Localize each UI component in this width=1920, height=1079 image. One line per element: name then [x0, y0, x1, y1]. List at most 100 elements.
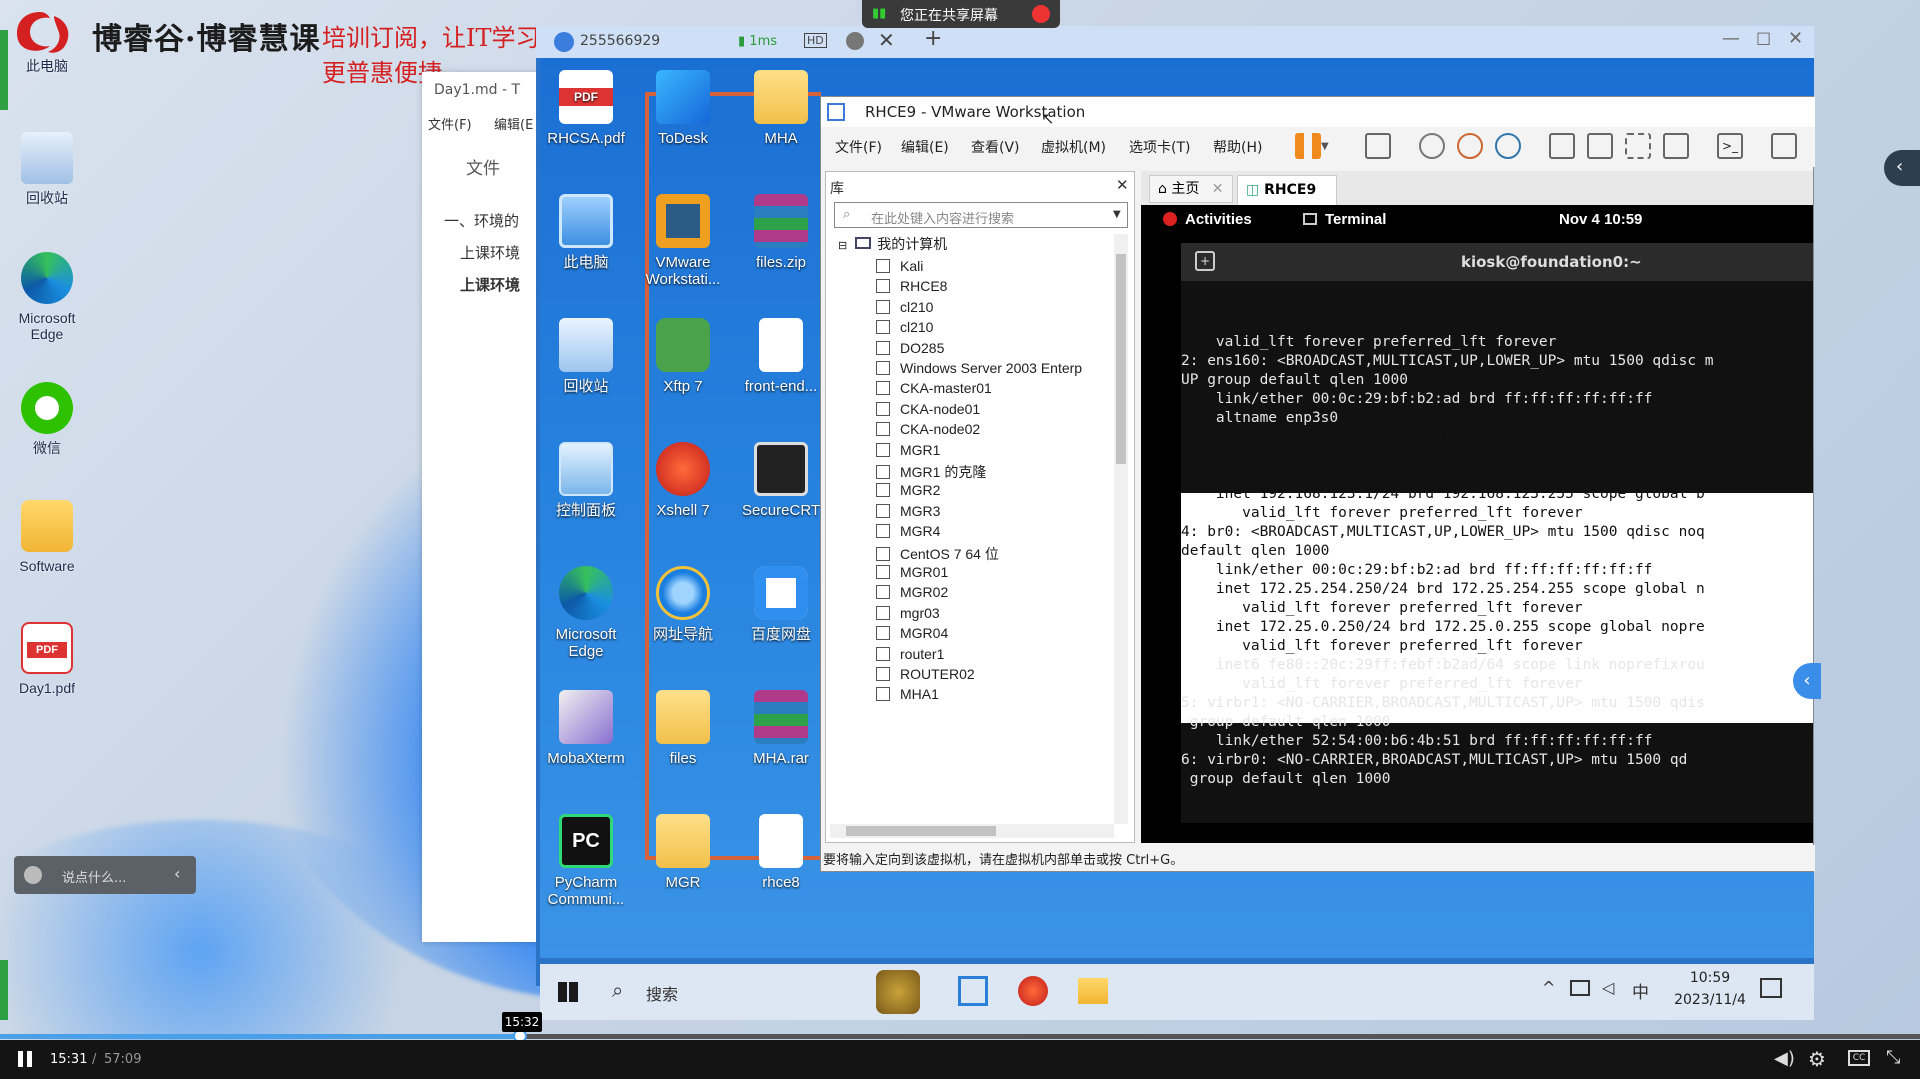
rd-icon-mha-rar[interactable]: MHA.rar: [736, 690, 826, 767]
menu-file[interactable]: 文件(F): [835, 137, 882, 157]
rd-icon-mobaxterm[interactable]: MobaXterm: [541, 690, 631, 767]
collapse-icon[interactable]: ⊟: [838, 240, 847, 252]
rd-icon-mha[interactable]: MHA: [736, 70, 826, 147]
vm-console-area[interactable]: ⌂ 主页 ✕ ◫ RHCE9 ✕ Activities Terminal Nov…: [1141, 171, 1821, 843]
library-view-icon[interactable]: [1549, 133, 1575, 159]
rd-icon-rhce8[interactable]: rhce8: [736, 814, 826, 891]
menu-tabs[interactable]: 选项卡(T): [1129, 137, 1190, 157]
close-library-icon[interactable]: ✕: [1116, 176, 1129, 194]
new-tab-button[interactable]: +: [924, 26, 942, 51]
stop-share-icon[interactable]: [1032, 5, 1050, 23]
close-icon[interactable]: ✕: [1788, 28, 1803, 49]
tab-home[interactable]: ⌂ 主页 ✕: [1149, 175, 1233, 203]
chevron-up-icon[interactable]: ^: [1542, 978, 1555, 997]
close-tab-icon[interactable]: ✕: [878, 28, 895, 52]
collapse-chevron-icon[interactable]: ‹: [174, 864, 180, 883]
subtitles-icon[interactable]: CC: [1848, 1050, 1870, 1066]
typora-tab-title[interactable]: Day1.md - T: [434, 82, 520, 98]
menu-help[interactable]: 帮助(H): [1213, 137, 1262, 157]
menu-vm[interactable]: 虚拟机(M): [1041, 137, 1106, 157]
minimize-icon[interactable]: —: [1722, 28, 1740, 49]
menu-view[interactable]: 查看(V): [971, 137, 1020, 157]
exit-fullscreen-icon[interactable]: ⤡: [1886, 1047, 1900, 1068]
taskbar-date[interactable]: 2023/11/4: [1660, 992, 1760, 1008]
thumbnail-view-icon[interactable]: [1587, 133, 1613, 159]
volume-icon[interactable]: ◁: [1602, 978, 1614, 997]
search-icon[interactable]: ⌕: [612, 978, 623, 1002]
vmware-window[interactable]: RHCE9 - VMware Workstation ↖ 文件(F) 编辑(E)…: [820, 96, 1821, 872]
volume-icon[interactable]: ◀): [1774, 1048, 1795, 1069]
menu-edit[interactable]: 编辑(E): [901, 137, 949, 157]
close-tab-icon[interactable]: ✕: [1212, 181, 1224, 197]
explorer-taskbar-icon[interactable]: [1078, 978, 1108, 1004]
typora-menu-edit[interactable]: 编辑(E: [494, 114, 533, 133]
rd-icon-recycle-bin[interactable]: 回收站: [541, 318, 631, 395]
library-scrollbar[interactable]: [1114, 234, 1128, 824]
rd-icon-files-zip[interactable]: files.zip: [736, 194, 826, 271]
typora-menu-file[interactable]: 文件(F): [428, 114, 472, 133]
chevron-down-icon[interactable]: ▼: [1113, 209, 1121, 220]
tree-root-my-computer[interactable]: ⊟ 我的计算机: [838, 234, 947, 258]
pause-icon[interactable]: [18, 1051, 32, 1067]
activities-button[interactable]: Activities: [1185, 211, 1252, 228]
notification-icon[interactable]: [1760, 978, 1782, 998]
tab-rhce9[interactable]: ◫ RHCE9 ✕: [1237, 175, 1337, 226]
new-tab-icon[interactable]: +: [1195, 251, 1215, 271]
host-icon-edge[interactable]: Microsoft Edge: [2, 252, 92, 342]
gnome-clock[interactable]: Nov 4 10:59: [1559, 211, 1642, 228]
network-icon[interactable]: [1570, 980, 1590, 996]
rd-icon-todesk[interactable]: ToDesk: [638, 70, 728, 147]
emoji-icon[interactable]: [24, 866, 42, 884]
taskbar-time[interactable]: 10:59: [1670, 970, 1750, 986]
rd-icon-xshell[interactable]: Xshell 7: [638, 442, 728, 519]
remote-settings-icon[interactable]: [846, 32, 864, 50]
snapshot-manager-icon[interactable]: [1495, 133, 1521, 159]
vm-list-item[interactable]: MHA1: [876, 686, 939, 710]
library-hscrollbar[interactable]: [830, 824, 1114, 838]
host-icon-wechat[interactable]: 微信: [2, 382, 92, 456]
send-keys-icon[interactable]: [1365, 133, 1391, 159]
pause-icon[interactable]: [1295, 133, 1321, 159]
windows-start-icon[interactable]: [558, 982, 578, 1002]
terminal-window[interactable]: + kiosk@foundation0:~ valid_lft forever …: [1181, 243, 1821, 823]
taskbar-search[interactable]: 搜索: [646, 981, 678, 1005]
hd-badge[interactable]: HD: [804, 33, 827, 48]
rd-icon-this-pc[interactable]: 此电脑: [541, 194, 631, 271]
maximize-icon[interactable]: ☐: [1756, 30, 1771, 50]
hscrollbar-thumb[interactable]: [846, 826, 996, 836]
snapshot-icon[interactable]: [1419, 133, 1445, 159]
side-collapse-icon[interactable]: ‹: [1793, 663, 1821, 699]
rd-icon-baidu-netdisk[interactable]: 百度网盘: [736, 566, 826, 643]
host-icon-this-pc[interactable]: 此电脑: [2, 58, 92, 74]
console-icon[interactable]: >_: [1717, 133, 1743, 159]
side-panel-toggle[interactable]: ‹: [1884, 150, 1920, 186]
revert-snapshot-icon[interactable]: [1457, 133, 1483, 159]
fullscreen-icon[interactable]: [1625, 133, 1651, 159]
settings-gear-icon[interactable]: ⚙: [1808, 1047, 1826, 1071]
host-icon-day1-pdf[interactable]: PDF Day1.pdf: [2, 622, 92, 696]
host-icon-recycle-bin[interactable]: 回收站: [2, 132, 92, 206]
rd-icon-xftp[interactable]: Xftp 7: [638, 318, 728, 395]
ime-indicator[interactable]: 中: [1632, 978, 1649, 1003]
scrollbar-thumb[interactable]: [1116, 254, 1126, 464]
rd-icon-vmware[interactable]: VMware Workstati...: [638, 194, 728, 288]
app-menu-terminal[interactable]: Terminal: [1325, 211, 1386, 228]
rd-icon-rhcsa-pdf[interactable]: PDF RHCSA.pdf: [541, 70, 631, 147]
rd-icon-files[interactable]: files: [638, 690, 728, 767]
rd-icon-control-panel[interactable]: 控制面板: [541, 442, 631, 519]
rd-icon-edge[interactable]: Microsoft Edge: [541, 566, 631, 660]
chevron-down-icon[interactable]: ▼: [1321, 141, 1333, 167]
library-search-input[interactable]: ⌕ 在此处键入内容进行搜索 ▼: [834, 202, 1128, 228]
xshell-taskbar-icon[interactable]: [1018, 976, 1048, 1006]
rd-icon-securecrt[interactable]: SecureCRT: [736, 442, 826, 519]
host-icon-software[interactable]: Software: [2, 500, 92, 574]
chat-input[interactable]: 说点什么... ‹: [14, 856, 196, 894]
rd-icon-pycharm[interactable]: PC PyCharm Communi...: [541, 814, 631, 908]
stretch-view-icon[interactable]: [1771, 133, 1797, 159]
remote-titlebar: 255566929 ▮ 1ms HD ✕ + — ☐ ✕: [536, 26, 1814, 58]
vmware-taskbar-icon[interactable]: [958, 976, 988, 1006]
rd-icon-web-nav[interactable]: 网址导航: [638, 566, 728, 643]
unity-icon[interactable]: [1663, 133, 1689, 159]
rd-icon-mgr[interactable]: MGR: [638, 814, 728, 891]
rd-icon-front-end[interactable]: front-end...: [736, 318, 826, 395]
